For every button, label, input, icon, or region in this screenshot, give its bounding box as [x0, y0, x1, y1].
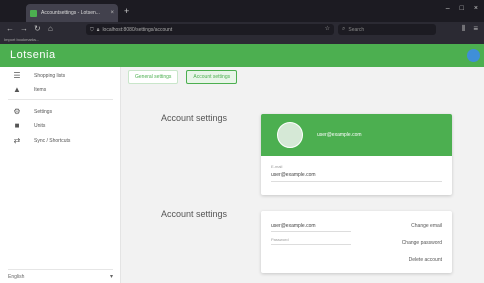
tab-general-settings[interactable]: General settings — [128, 70, 179, 84]
account-card-email: user@example.com — [317, 132, 362, 138]
search-placeholder: Search — [348, 26, 365, 33]
new-tab-button[interactable]: + — [124, 6, 129, 16]
email-field[interactable]: user@example.com — [271, 172, 316, 178]
reload-button[interactable]: ↻ — [34, 24, 41, 33]
field-underline — [271, 244, 351, 245]
account-card: user@example.com E-mail user@example.com — [261, 114, 452, 195]
sidebar-item-sync[interactable]: ⇄ Sync / Shortcuts — [12, 136, 71, 145]
search-icon: ⌕ — [342, 26, 346, 32]
url-bar[interactable]: ⛉ 🔒︎ localhost:8080/settings/account ☆ — [86, 24, 334, 35]
sync-icon: ⇄ — [13, 136, 21, 145]
list-icon: ☰ — [13, 71, 21, 80]
close-tab-icon[interactable]: × — [110, 10, 114, 16]
units-icon: ■ — [14, 121, 20, 130]
items-icon: ▲ — [13, 85, 21, 94]
language-select[interactable]: English ▾ — [8, 273, 113, 281]
maximize-button[interactable]: □ — [460, 5, 464, 12]
change-email-button[interactable]: Change email — [411, 223, 442, 229]
browser-navbar: ← → ↻ ⌂ ⛉ 🔒︎ localhost:8080/settings/acc… — [0, 22, 484, 37]
import-bookmarks-link[interactable]: Import bookmarks... — [4, 37, 39, 42]
sidebar-item-shopping-lists[interactable]: ☰ Shopping lists — [12, 71, 65, 80]
sidebar-item-label: Units — [34, 122, 46, 129]
bookmarks-bar: Import bookmarks... — [0, 37, 484, 44]
gear-icon: ⚙ — [13, 107, 21, 116]
avatar[interactable] — [277, 122, 303, 148]
sidebar-item-settings[interactable]: ⚙ Settings — [12, 107, 52, 116]
menu-icon[interactable]: ≡ — [473, 24, 478, 34]
field-underline — [271, 231, 351, 232]
chevron-down-icon: ▾ — [109, 274, 113, 280]
app-brand[interactable]: Lotsenia — [10, 49, 56, 61]
settings-tabs: General settings Account settings — [128, 70, 238, 84]
url-text: localhost:8080/settings/account — [102, 26, 173, 33]
password-field-label: Password — [271, 237, 289, 242]
browser-tab[interactable]: Accountsettings - Lotsen... × — [26, 4, 118, 22]
home-button[interactable]: ⌂ — [48, 24, 53, 33]
sidebar: ☰ Shopping lists ▲ Items ⚙ Settings ■ Un… — [0, 67, 121, 283]
sidebar-divider — [8, 99, 113, 100]
section-title: Account settings — [161, 113, 228, 123]
sidebar-item-units[interactable]: ■ Units — [12, 121, 46, 130]
search-bar[interactable]: ⌕ Search — [338, 24, 436, 35]
sidebar-item-label: Items — [34, 86, 47, 93]
delete-account-button[interactable]: Delete account — [409, 257, 442, 263]
browser-toolbar-right: ⫴ ≡ — [462, 24, 478, 34]
app-header: Lotsenia — [0, 44, 484, 67]
language-select-value: English — [8, 273, 25, 280]
shield-icon: ⛉ — [90, 26, 94, 33]
back-button[interactable]: ← — [6, 24, 14, 33]
favicon-icon — [30, 9, 37, 17]
browser-tab-strip: Accountsettings - Lotsen... × + – □ × — [0, 0, 484, 22]
account-card-header: user@example.com — [261, 114, 452, 156]
user-avatar[interactable] — [467, 49, 480, 62]
window-controls: – □ × — [446, 5, 478, 12]
forward-button[interactable]: → — [20, 24, 28, 33]
tab-account-settings[interactable]: Account settings — [186, 70, 238, 84]
sidebar-item-items[interactable]: ▲ Items — [12, 85, 46, 94]
sidebar-item-label: Sync / Shortcuts — [34, 137, 71, 144]
lock-icon: 🔒︎ — [96, 26, 100, 33]
close-window-button[interactable]: × — [474, 5, 478, 12]
email-field-label: E-mail — [271, 164, 283, 169]
star-icon[interactable]: ☆ — [325, 25, 330, 32]
account-actions-card: user@example.com Password Change email C… — [261, 211, 452, 273]
minimize-button[interactable]: – — [446, 5, 450, 12]
section-title: Account settings — [161, 209, 228, 219]
sidebar-footer-divider — [8, 269, 113, 270]
library-icon[interactable]: ⫴ — [462, 24, 465, 34]
sidebar-item-label: Shopping lists — [34, 72, 66, 79]
sidebar-item-label: Settings — [34, 108, 53, 115]
browser-tab-title: Accountsettings - Lotsen... — [41, 10, 100, 16]
field-underline — [271, 181, 442, 182]
change-password-button[interactable]: Change password — [402, 240, 442, 246]
account-email-value: user@example.com — [271, 223, 316, 229]
